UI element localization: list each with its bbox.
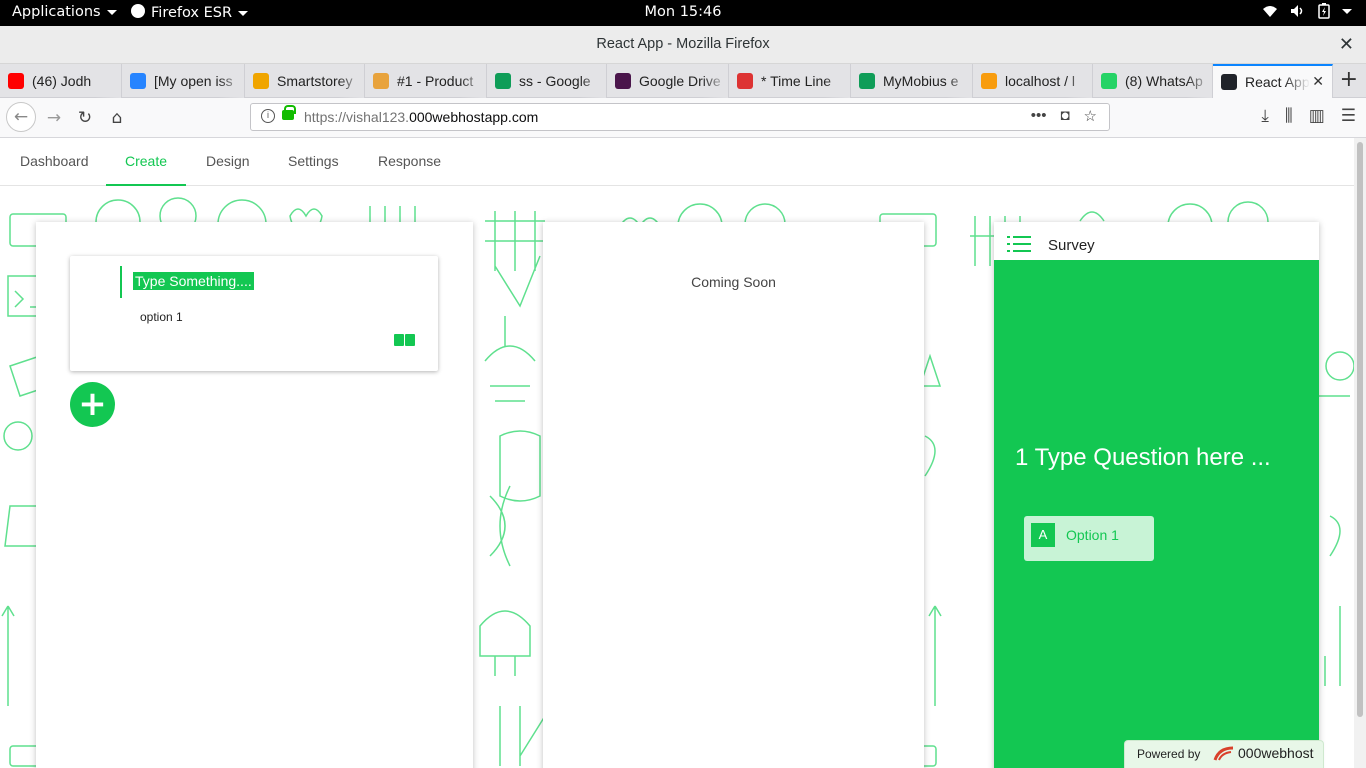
- copy-icon[interactable]: [394, 334, 404, 346]
- brand-name: 000webhost: [1238, 745, 1314, 761]
- clock[interactable]: Mon 15:46: [0, 4, 1366, 20]
- browser-tab[interactable]: Smartstorey: [245, 64, 365, 98]
- tab-fade: [338, 64, 364, 98]
- window-titlebar: React App - Mozilla Firefox ✕: [0, 26, 1366, 64]
- survey-preview-panel: Survey 1 Type Question here ... A Option…: [994, 222, 1319, 768]
- info-icon[interactable]: i: [261, 109, 275, 123]
- hamburger-menu-icon[interactable]: ☰: [1341, 106, 1356, 126]
- tab-response[interactable]: Response: [378, 138, 441, 186]
- smartstorey-icon: [253, 73, 269, 89]
- 000webhost-logo-icon: [1213, 746, 1234, 761]
- youtube-icon: [8, 73, 24, 89]
- browser-tab[interactable]: React App ✕: [1213, 64, 1333, 98]
- coming-soon-text: Coming Soon: [691, 274, 776, 290]
- question-editor-panel: Type Something.... option 1 +: [36, 222, 473, 768]
- product-icon: [373, 73, 389, 89]
- powered-by-text: Powered by: [1137, 747, 1201, 761]
- home-button[interactable]: ⌂: [105, 106, 129, 130]
- browser-tab[interactable]: Google Drive: [607, 64, 729, 98]
- option-label: Option 1: [1066, 527, 1119, 543]
- question-input[interactable]: Type Something....: [133, 272, 254, 290]
- volume-icon: [1291, 5, 1303, 17]
- google-sheets-icon: [859, 73, 875, 89]
- tab-design[interactable]: Design: [206, 138, 250, 186]
- reload-button[interactable]: ↻: [73, 106, 97, 130]
- back-button[interactable]: ←: [6, 102, 36, 132]
- tab-fade: [1186, 64, 1212, 98]
- tab-fade: [95, 64, 121, 98]
- address-bar[interactable]: i https://vishal123.000webhostapp.com ••…: [250, 103, 1110, 131]
- pocket-icon[interactable]: ◘: [1060, 107, 1069, 125]
- react-icon: [1221, 74, 1237, 90]
- battery-icon: [1318, 3, 1330, 19]
- focus-indicator: [120, 266, 122, 298]
- library-icon[interactable]: ⫼: [1285, 106, 1293, 126]
- browser-tab-label: (46) Jodh: [32, 73, 92, 89]
- forward-button[interactable]: →: [42, 106, 66, 130]
- trash-icon[interactable]: [405, 334, 415, 346]
- tab-create[interactable]: Create: [106, 138, 186, 186]
- survey-body: 1 Type Question here ... A Option 1: [994, 260, 1319, 768]
- navigation-toolbar: ← → ↻ ⌂ i https://vishal123.000webhostap…: [0, 98, 1366, 138]
- whatsapp-icon: [1101, 73, 1117, 89]
- design-panel: Coming Soon: [543, 222, 924, 768]
- tab-fade: [1284, 66, 1310, 98]
- sidebar-icon[interactable]: ▥: [1309, 106, 1325, 126]
- scrollbar-thumb[interactable]: [1357, 142, 1363, 717]
- survey-question: 1 Type Question here ...: [1015, 444, 1271, 471]
- survey-header: Survey: [994, 222, 1319, 260]
- timeline-icon: [737, 73, 753, 89]
- tab-settings[interactable]: Settings: [288, 138, 339, 186]
- tab-fade: [218, 64, 244, 98]
- close-window-icon[interactable]: ✕: [1339, 34, 1354, 55]
- powered-by-badge[interactable]: Powered by 000webhost: [1124, 740, 1324, 768]
- browser-tab-label: * Time Line: [761, 73, 832, 89]
- browser-tab[interactable]: #1 - Product: [365, 64, 487, 98]
- app-navigation: Dashboard Create Design Settings Respons…: [0, 138, 1354, 186]
- browser-tab[interactable]: (46) Jodh: [0, 64, 122, 98]
- browser-tab-label: localhost / l: [1005, 73, 1076, 89]
- tab-fade: [580, 64, 606, 98]
- browser-tab[interactable]: [My open iss: [122, 64, 245, 98]
- browser-tab[interactable]: * Time Line: [729, 64, 851, 98]
- window-title: React App - Mozilla Firefox: [596, 36, 770, 52]
- option-key: A: [1031, 523, 1055, 547]
- bookmark-star-icon[interactable]: ☆: [1084, 107, 1097, 125]
- list-menu-icon[interactable]: [1007, 236, 1031, 254]
- tab-fade: [946, 64, 972, 98]
- survey-title: Survey: [1048, 237, 1095, 254]
- card-tools: [394, 334, 415, 346]
- option-input[interactable]: option 1: [140, 310, 183, 324]
- tab-fade: [1066, 64, 1092, 98]
- system-top-bar: Applications Firefox ESR Mon 15:46: [0, 0, 1366, 26]
- jira-icon: [130, 73, 146, 89]
- lock-icon[interactable]: [282, 105, 296, 120]
- browser-tab[interactable]: ss - Google: [487, 64, 607, 98]
- close-tab-icon[interactable]: ✕: [1312, 73, 1324, 90]
- downloads-icon[interactable]: ⤓: [1261, 106, 1269, 126]
- add-question-button[interactable]: +: [70, 382, 115, 427]
- new-tab-button[interactable]: +: [1340, 67, 1358, 92]
- system-tray[interactable]: [1262, 3, 1352, 19]
- wifi-icon: [1263, 6, 1277, 17]
- browser-tab[interactable]: MyMobius e: [851, 64, 973, 98]
- chevron-down-icon: [1342, 8, 1352, 14]
- url-text[interactable]: https://vishal123.000webhostapp.com: [304, 109, 538, 125]
- browser-tab[interactable]: localhost / l: [973, 64, 1093, 98]
- survey-option-a[interactable]: A Option 1: [1024, 516, 1154, 561]
- slack-icon: [615, 73, 631, 89]
- question-card[interactable]: Type Something.... option 1: [70, 256, 438, 371]
- tab-fade: [702, 64, 728, 98]
- phpmyadmin-icon: [981, 73, 997, 89]
- browser-tab[interactable]: (8) WhatsAp: [1093, 64, 1213, 98]
- page-scrollbar[interactable]: [1354, 138, 1366, 768]
- page-viewport: Dashboard Create Design Settings Respons…: [0, 138, 1354, 768]
- tab-fade: [460, 64, 486, 98]
- tab-dashboard[interactable]: Dashboard: [20, 138, 89, 186]
- browser-tab-strip: + (46) Jodh [My open iss Smartstorey #1 - P…: [0, 64, 1366, 98]
- page-actions-icon[interactable]: •••: [1031, 107, 1047, 125]
- google-sheets-icon: [495, 73, 511, 89]
- tab-fade: [824, 64, 850, 98]
